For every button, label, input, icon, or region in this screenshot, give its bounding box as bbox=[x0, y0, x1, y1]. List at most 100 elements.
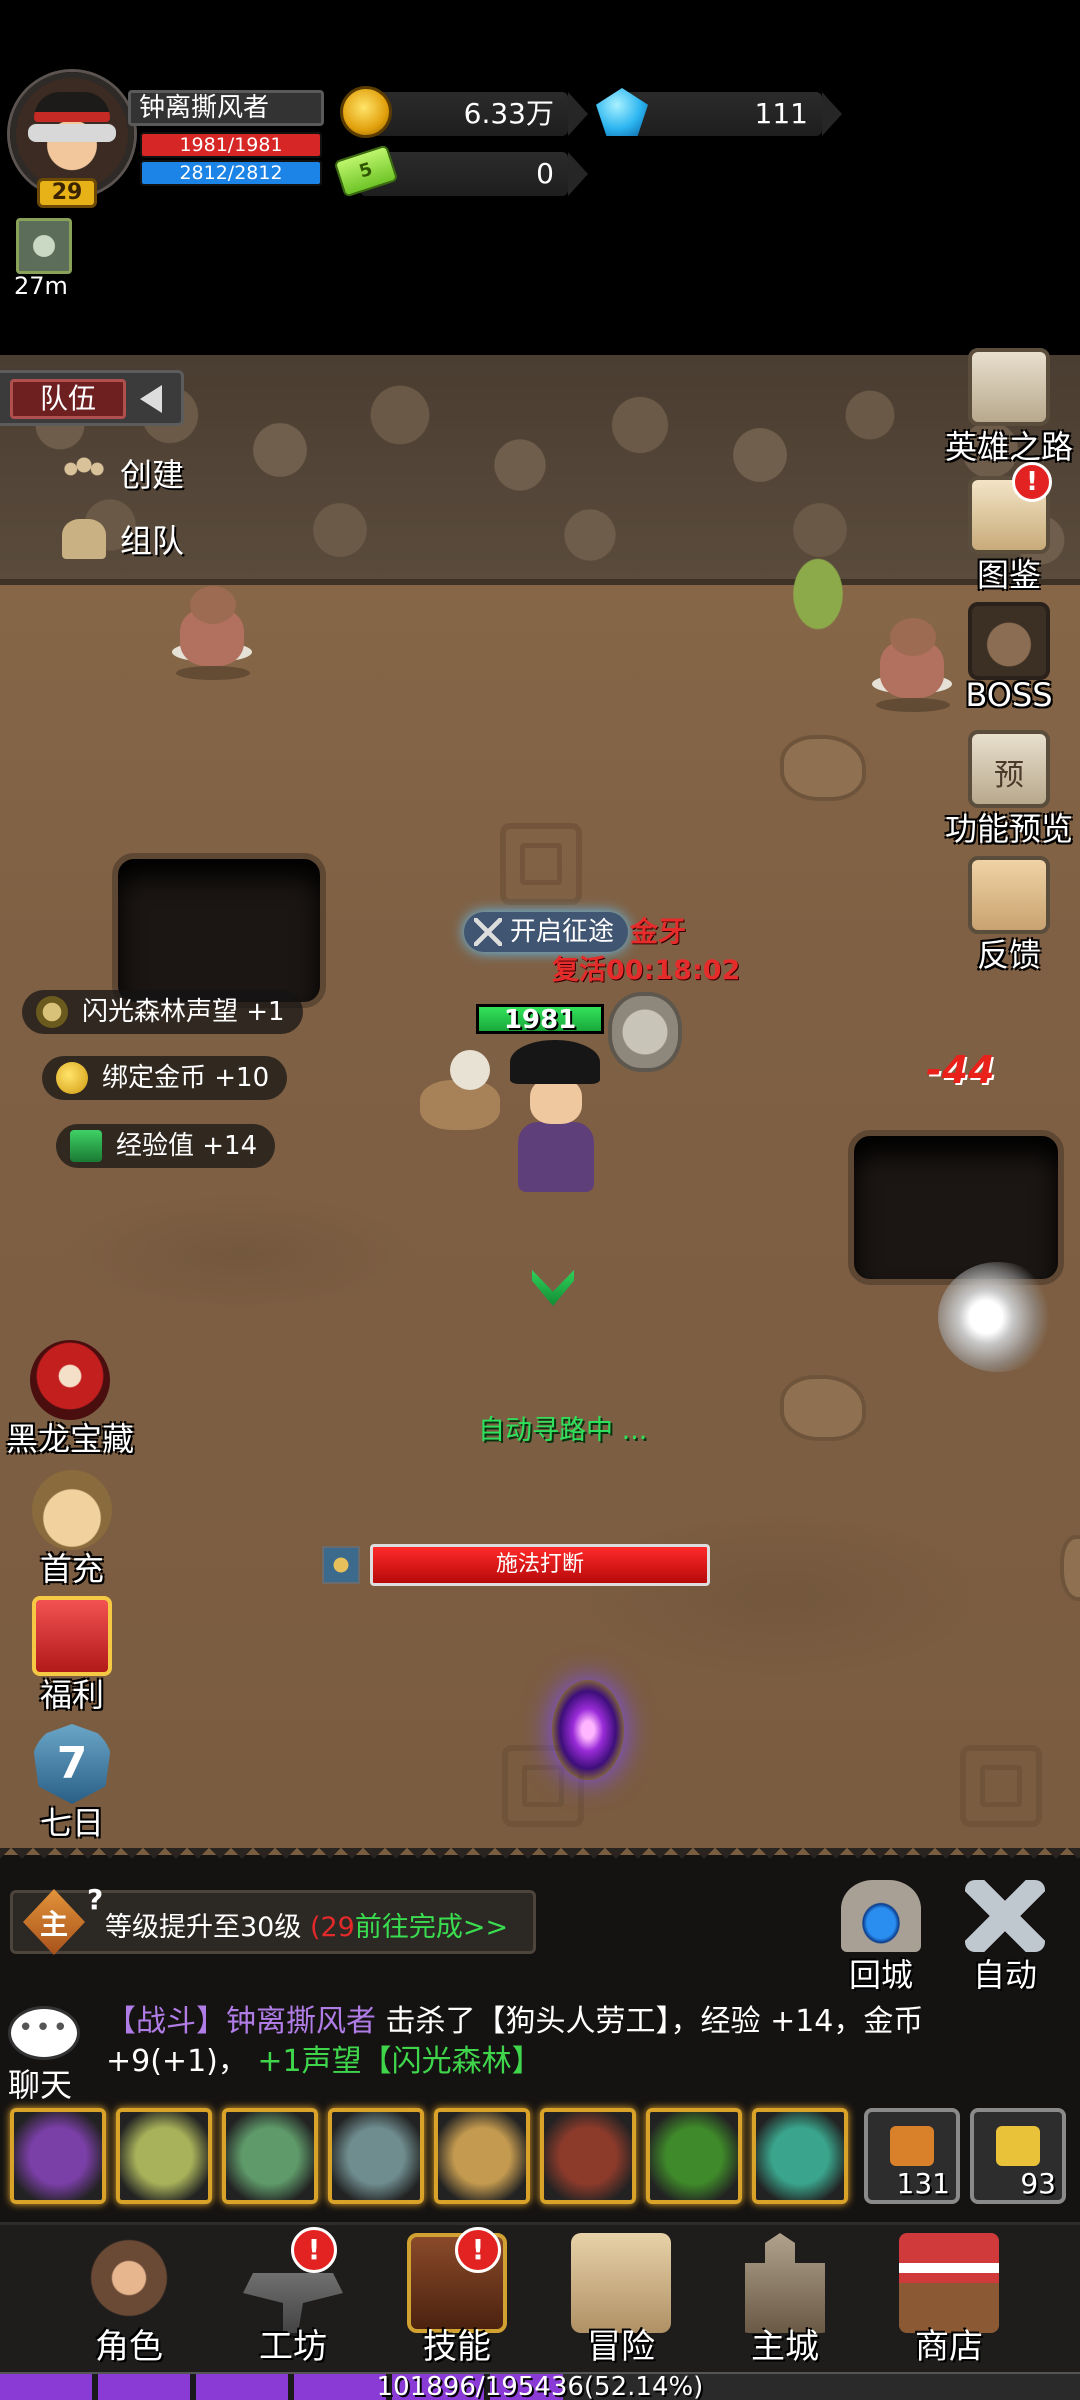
nav-workshop-label: 工坊 bbox=[259, 2327, 327, 2367]
codex-button[interactable]: ! 图鉴 bbox=[924, 462, 1080, 596]
auto-battle-button[interactable]: 自动 bbox=[950, 1880, 1060, 1996]
collapse-arrow-icon[interactable] bbox=[140, 385, 162, 413]
team-panel-tab[interactable]: 队伍 bbox=[0, 370, 184, 426]
player-level-badge: 29 bbox=[37, 178, 97, 208]
codex-label: 图鉴 bbox=[976, 556, 1041, 594]
stone-face-skill-icon[interactable] bbox=[222, 2108, 318, 2204]
join-team-button[interactable]: 组队 bbox=[62, 516, 184, 562]
preview-scroll-icon bbox=[968, 730, 1050, 808]
pirate-hat-icon bbox=[34, 92, 110, 122]
chat-log[interactable]: 【战斗】钟离撕风者 击杀了【狗头人劳工】，经验 +14，金币 +9(+1)， +… bbox=[106, 2002, 1056, 2082]
quest-marker[interactable]: 开启征途 bbox=[464, 912, 629, 952]
ticket-value: 0 bbox=[536, 157, 554, 190]
reward-toast-text: 绑定金币 +10 bbox=[102, 1063, 270, 1093]
feature-preview-button[interactable]: 功能预览 bbox=[924, 730, 1080, 850]
stone-spirit-pet[interactable] bbox=[608, 992, 682, 1072]
first-charge-button[interactable]: 首充 bbox=[2, 1470, 142, 1590]
book-icon: ! bbox=[968, 462, 1052, 554]
claw-skill-icon[interactable] bbox=[434, 2108, 530, 2204]
pirate-hat-icon bbox=[510, 1040, 600, 1084]
skull-buff-icon[interactable] bbox=[16, 218, 72, 274]
drink-item-slot[interactable]: 93 bbox=[970, 2108, 1066, 2204]
crossed-swords-icon bbox=[965, 1880, 1045, 1952]
seven-day-label: 七日 bbox=[39, 1804, 104, 1842]
player-mp-bar: 2812/2812 bbox=[140, 160, 322, 186]
nav-skills-label: 技能 bbox=[423, 2327, 491, 2367]
floor-tile bbox=[500, 823, 582, 905]
character-icon bbox=[79, 2233, 179, 2333]
reputation-icon bbox=[36, 996, 68, 1028]
green-slash-skill-icon[interactable] bbox=[10, 2108, 106, 2204]
reward-toast: 绑定金币 +10 bbox=[42, 1056, 288, 1100]
gold-coin-icon bbox=[340, 86, 392, 138]
nav-workshop[interactable]: ! 工坊 bbox=[218, 2227, 368, 2368]
main-quest-bar[interactable]: 主 ? 等级提升至30级 (29前往完成>> bbox=[10, 1883, 536, 1955]
seven-day-icon-text: 7 bbox=[56, 1738, 88, 1789]
green-orb-skill-icon[interactable] bbox=[646, 2108, 742, 2204]
spinning-blade-skill-icon[interactable] bbox=[540, 2108, 636, 2204]
create-team-button[interactable]: 创建 bbox=[62, 450, 184, 496]
gem-value: 111 bbox=[754, 97, 808, 130]
skull-beast-skill-icon[interactable] bbox=[328, 2108, 424, 2204]
hero-road-button[interactable]: 英雄之路 bbox=[924, 348, 1080, 468]
nav-character[interactable]: 角色 bbox=[54, 2233, 204, 2368]
enemy-name: 金牙 bbox=[630, 915, 687, 948]
experience-bar: 101896/195436(52.14%) bbox=[0, 2372, 1080, 2400]
main-quest-text: 等级提升至30级 (29前往完成>> bbox=[105, 1905, 508, 1944]
reward-toast-text: 闪光森林声望 +1 bbox=[82, 997, 285, 1027]
chat-label[interactable]: 聊天 bbox=[8, 2060, 72, 2106]
gold-value: 6.33万 bbox=[463, 97, 554, 130]
first-charge-icon bbox=[32, 1470, 112, 1550]
seven-day-button[interactable]: 7 七日 bbox=[2, 1724, 142, 1844]
alert-badge: ! bbox=[455, 2227, 501, 2273]
spirit-skill-icon[interactable] bbox=[752, 2108, 848, 2204]
gnoll-enemy[interactable] bbox=[172, 580, 252, 680]
helmet-icon bbox=[62, 519, 106, 559]
crossed-swords-icon bbox=[474, 918, 502, 946]
bread-item-icon bbox=[890, 2126, 934, 2166]
smoke-effect bbox=[938, 1262, 1058, 1372]
quest-help-icon[interactable]: ? bbox=[87, 1883, 103, 1916]
buff-timer: 27m bbox=[14, 272, 68, 300]
gnoll-enemy[interactable] bbox=[872, 612, 952, 712]
bread-item-slot[interactable]: 131 bbox=[864, 2108, 960, 2204]
hero-road-label: 英雄之路 bbox=[944, 428, 1073, 466]
gem-counter[interactable]: 111 bbox=[616, 92, 842, 136]
nav-main-city[interactable]: 主城 bbox=[710, 2233, 860, 2368]
feedback-button[interactable]: 反馈 bbox=[924, 856, 1080, 976]
player-floating-hp-value: 1981 bbox=[503, 1005, 577, 1035]
welfare-button[interactable]: 福利 bbox=[2, 1596, 142, 1716]
damage-number: -44 bbox=[926, 1048, 995, 1092]
player-character[interactable] bbox=[500, 1040, 610, 1200]
beast-roar-skill-icon[interactable] bbox=[116, 2108, 212, 2204]
return-to-town-button[interactable]: 回城 bbox=[826, 1880, 936, 1996]
player-floating-hp-bar: 1981 bbox=[476, 1004, 604, 1035]
castle-icon bbox=[745, 2233, 825, 2333]
quest-go-link[interactable]: 前往完成>> bbox=[355, 1912, 508, 1943]
team-tab-label[interactable]: 队伍 bbox=[10, 379, 126, 419]
chat-bubble-icon[interactable] bbox=[8, 2006, 80, 2060]
seven-day-icon: 7 bbox=[32, 1724, 112, 1804]
experience-text: 101896/195436(52.14%) bbox=[376, 2372, 704, 2400]
dragon-treasure-button[interactable]: 黑龙宝藏 bbox=[0, 1340, 140, 1460]
avatar-hair bbox=[28, 124, 116, 142]
goat-companion[interactable] bbox=[410, 1050, 510, 1140]
nav-skills[interactable]: ! 技能 bbox=[382, 2227, 532, 2368]
drink-item-icon bbox=[996, 2126, 1040, 2166]
exp-icon bbox=[70, 1130, 102, 1162]
dragon-treasure-icon bbox=[30, 1340, 110, 1420]
hud-divider bbox=[0, 1848, 1080, 1870]
chat-player-name[interactable]: 钟离撕风者 bbox=[226, 2004, 376, 2039]
first-charge-label: 首充 bbox=[39, 1550, 104, 1588]
people-icon bbox=[62, 453, 106, 493]
plant-monster[interactable] bbox=[780, 540, 856, 630]
nav-shop[interactable]: 商店 bbox=[874, 2233, 1024, 2368]
nav-adventure[interactable]: 冒险 bbox=[546, 2233, 696, 2368]
purple-portal[interactable] bbox=[552, 1680, 624, 1780]
return-to-town-label: 回城 bbox=[848, 1956, 913, 1994]
join-team-label: 组队 bbox=[120, 522, 185, 560]
nav-shop-label: 商店 bbox=[915, 2327, 983, 2367]
player-name: 钟离撕风者 bbox=[128, 90, 324, 126]
item-count: 93 bbox=[1020, 2167, 1056, 2200]
dragon-treasure-label: 黑龙宝藏 bbox=[5, 1420, 134, 1458]
